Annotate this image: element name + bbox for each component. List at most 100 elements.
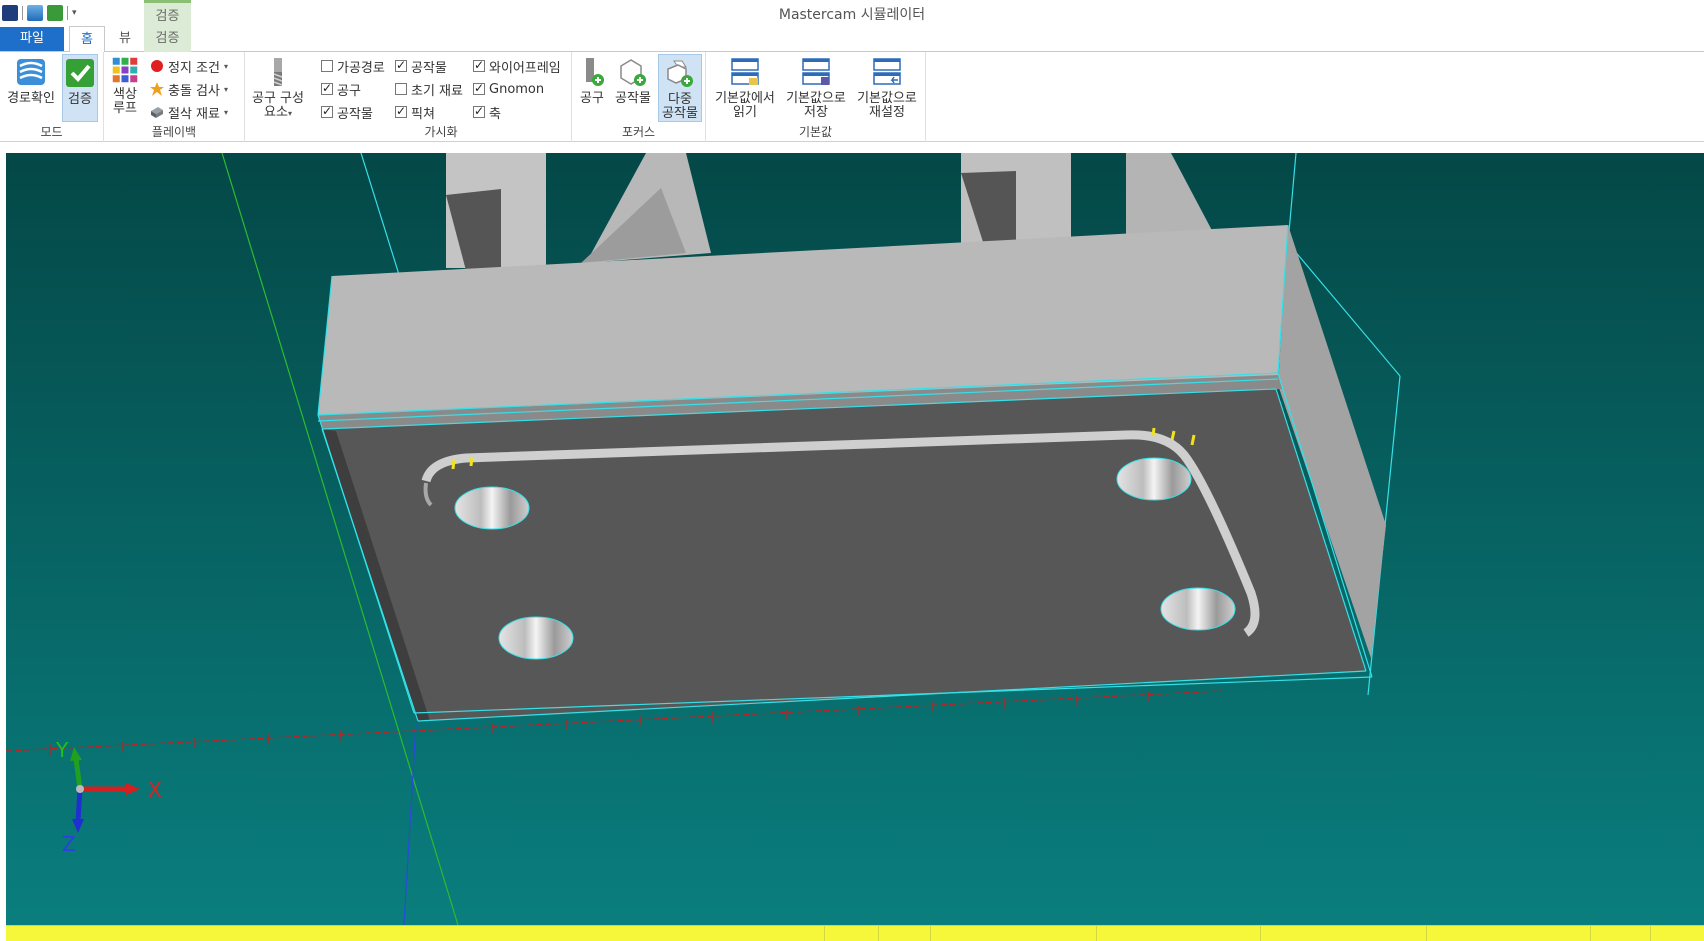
toolpath-label: 가공경로	[337, 60, 385, 76]
status-bar	[6, 925, 1704, 941]
axis-toggle[interactable]: 축	[473, 102, 501, 122]
tab-file[interactable]: 파일	[0, 27, 64, 51]
green-check-icon	[66, 59, 94, 87]
collision-burst-icon	[150, 82, 164, 96]
multi-workpiece-label-1: 다중	[668, 92, 692, 107]
verify-button[interactable]: 검증	[62, 54, 98, 122]
axis-checkbox[interactable]	[473, 104, 485, 118]
workpiece-checkbox-a[interactable]	[321, 104, 333, 118]
tool-components-label-1: 공구 구성	[252, 91, 304, 106]
simulation-viewport[interactable]: X Y Z	[6, 153, 1704, 925]
status-segment	[1590, 926, 1591, 941]
focus-tool-button[interactable]: 공구	[576, 54, 608, 122]
toolpath-toggle[interactable]: 가공경로	[321, 56, 385, 76]
path-check-button[interactable]: 경로확인	[4, 54, 58, 122]
workpiece-toggle-b[interactable]: 공작물	[395, 56, 447, 76]
group-defaults: 기본값에서 읽기 기본값으로 저장 기본값으로 재설정 기본값	[706, 52, 926, 142]
group-mode: 경로확인 검증 모드	[0, 52, 104, 142]
save-defaults-label-1: 기본값으로	[786, 91, 846, 106]
stop-conditions-button[interactable]: 정지 조건 ▾	[150, 56, 228, 76]
title-bar: ▾ 검증 Mastercam 시뮬레이터	[0, 0, 1704, 52]
chevron-down-icon: ▾	[287, 109, 292, 118]
workpiece-label-a: 공작물	[337, 106, 373, 122]
tool-toggle[interactable]: 공구	[321, 79, 361, 99]
workpiece-focus-icon	[620, 59, 646, 86]
gnomon-z-label: Z	[62, 832, 76, 856]
group-focus: 공구 공작물 다중 공작물 포커스	[572, 52, 706, 142]
cut-stock-icon	[151, 107, 163, 118]
status-segment	[1650, 926, 1651, 941]
reset-defaults-label-2: 재설정	[869, 105, 905, 120]
wireframe-checkbox[interactable]	[473, 58, 485, 72]
ribbon: 경로확인 검증 모드 색상 루프 정지 조건 ▾ 충돌 검사 ▾ 절삭 재료 ▾…	[0, 52, 1704, 142]
group-label-playback: 플레이백	[151, 125, 197, 139]
tool-checkbox[interactable]	[321, 81, 333, 95]
tab-view[interactable]: 뷰	[110, 26, 140, 52]
color-loop-label-1: 색상	[113, 87, 137, 102]
stop-icon	[151, 60, 163, 72]
focus-workpiece-button[interactable]: 공작물	[612, 54, 654, 122]
group-visualize: 가공경로 공구 공작물 공작물 초기 재료 픽쳐 와이어프레임 Gnomon	[311, 52, 572, 142]
tool-components-label-2: 요소	[264, 105, 288, 120]
gnomon-checkbox[interactable]	[473, 81, 485, 95]
stop-conditions-label: 정지 조건	[168, 60, 220, 76]
color-loop-label-2: 루프	[113, 101, 137, 116]
status-segment	[878, 926, 879, 941]
axis-label: 축	[489, 106, 501, 122]
wireframe-label: 와이어프레임	[489, 60, 561, 76]
status-segment	[1260, 926, 1261, 941]
initial-stock-label: 초기 재료	[411, 83, 463, 99]
reset-defaults-label-1: 기본값으로	[857, 91, 917, 106]
fixture-label: 픽쳐	[411, 106, 435, 122]
ribbon-tabs: 파일 홈 뷰 검증	[0, 26, 1704, 53]
gnomon-x-label: X	[148, 778, 162, 802]
scene-svg: X Y Z	[6, 153, 1704, 925]
reset-defaults-icon	[873, 58, 901, 85]
color-grid-icon	[112, 57, 138, 83]
tab-home[interactable]: 홈	[69, 26, 105, 53]
reset-defaults-button[interactable]: 기본값으로 재설정	[852, 54, 922, 122]
status-segment	[824, 926, 825, 941]
gnomon-toggle[interactable]: Gnomon	[473, 79, 544, 99]
cut-stock-button[interactable]: 절삭 재료 ▾	[150, 102, 228, 122]
chevron-down-icon: ▾	[223, 84, 228, 94]
status-segment	[930, 926, 931, 941]
status-segment	[1096, 926, 1097, 941]
workpiece-checkbox-b[interactable]	[395, 58, 407, 72]
multi-workpiece-button[interactable]: 다중 공작물	[658, 54, 702, 122]
read-defaults-label-1: 기본값에서	[715, 91, 775, 106]
verify-label: 검증	[68, 92, 92, 107]
fixture-checkbox[interactable]	[395, 104, 407, 118]
gnomon-y-label: Y	[55, 738, 69, 762]
group-label-mode: 모드	[40, 125, 63, 139]
end-mill-icon	[273, 58, 283, 86]
initial-stock-toggle[interactable]: 초기 재료	[395, 79, 463, 99]
initial-stock-checkbox[interactable]	[395, 83, 407, 95]
path-check-label: 경로확인	[7, 91, 55, 106]
stock-top-face	[322, 389, 1366, 721]
color-loop-button[interactable]: 색상 루프	[108, 54, 142, 122]
workpiece-label-b: 공작물	[411, 60, 447, 76]
tab-verify[interactable]: 검증	[144, 26, 191, 52]
status-segment	[1426, 926, 1427, 941]
read-defaults-button[interactable]: 기본값에서 읽기	[710, 54, 780, 122]
tool-components-button[interactable]: 공구 구성 요소▾	[247, 54, 309, 122]
save-defaults-icon	[802, 58, 830, 85]
fixture-toggle[interactable]: 픽쳐	[395, 102, 435, 122]
focus-tool-label: 공구	[580, 91, 604, 106]
tool-focus-icon	[586, 58, 604, 86]
save-defaults-button[interactable]: 기본값으로 저장	[782, 54, 850, 122]
cut-stock-label: 절삭 재료	[168, 106, 220, 122]
workpiece-toggle-a[interactable]: 공작물	[321, 102, 373, 122]
read-defaults-icon	[731, 58, 759, 85]
gnomon-label: Gnomon	[489, 81, 545, 97]
collision-check-label: 충돌 검사	[168, 83, 220, 99]
wireframe-toggle[interactable]: 와이어프레임	[473, 56, 561, 76]
collision-check-button[interactable]: 충돌 검사 ▾	[150, 79, 228, 99]
save-defaults-label-2: 저장	[804, 105, 828, 120]
chevron-down-icon: ▾	[223, 107, 228, 117]
toolpath-checkbox[interactable]	[321, 60, 333, 72]
group-playback: 색상 루프 정지 조건 ▾ 충돌 검사 ▾ 절삭 재료 ▾ 플레이백	[104, 52, 245, 142]
group-label-defaults: 기본값	[798, 125, 833, 139]
multi-workpiece-label-2: 공작물	[662, 106, 698, 121]
